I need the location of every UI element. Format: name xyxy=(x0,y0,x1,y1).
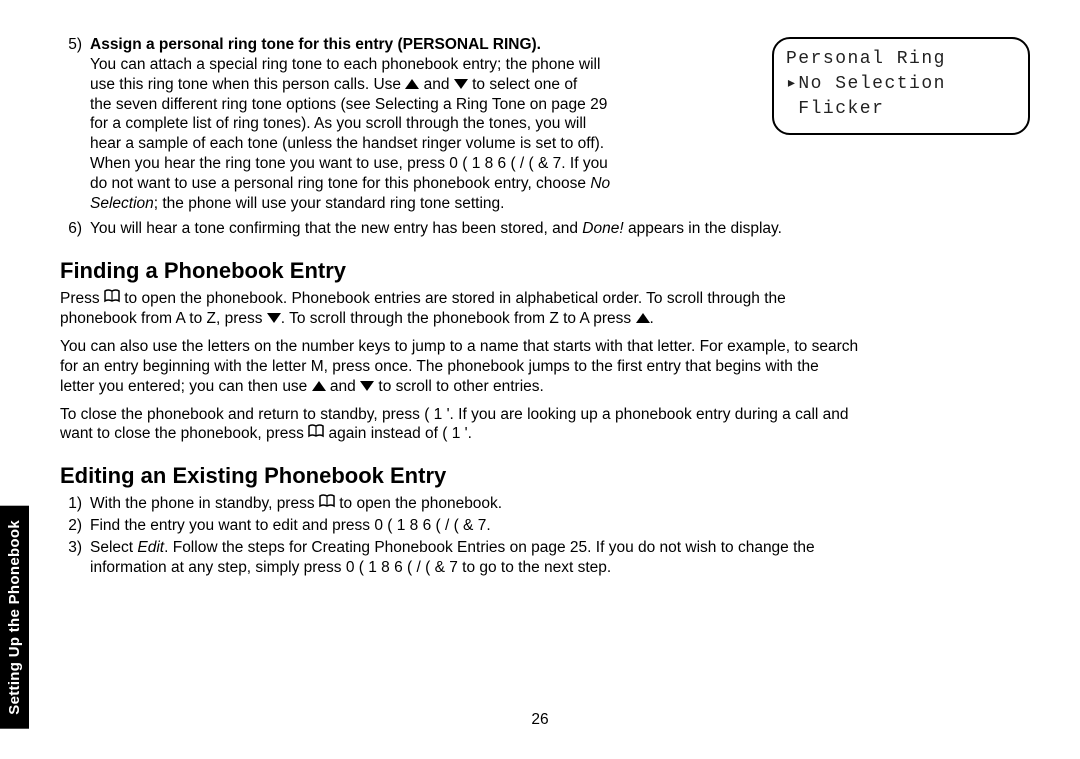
down-arrow-icon xyxy=(454,75,468,95)
step5-l7: do not want to use a personal ring tone … xyxy=(90,174,1030,194)
book-icon xyxy=(104,289,120,309)
edit-step-1: 1) With the phone in standby, press to o… xyxy=(60,494,1030,514)
step5-l5: hear a sample of each tone (unless the h… xyxy=(90,134,754,154)
step5-l6: When you hear the ring tone you want to … xyxy=(90,154,1030,174)
down-arrow-icon xyxy=(267,309,281,329)
step-5-body: Assign a personal ring tone for this ent… xyxy=(90,35,1030,213)
content-area: 5) Assign a personal ring tone for this … xyxy=(60,35,1030,578)
step5-l8: Selection; the phone will use your stand… xyxy=(90,194,1030,214)
step5-l1: You can attach a special ring tone to ea… xyxy=(90,55,754,75)
step-number: 5) xyxy=(60,35,82,55)
book-icon xyxy=(308,424,324,444)
lcd-line-3: Flicker xyxy=(786,97,1016,122)
editing-heading: Editing an Existing Phonebook Entry xyxy=(60,462,1030,490)
step5-l4: for a complete list of ring tones). As y… xyxy=(90,114,754,134)
lcd-line-2: ▸No Selection xyxy=(786,72,1016,97)
book-icon xyxy=(319,494,335,514)
edit-step-1-text: With the phone in standby, press to open… xyxy=(90,494,1030,514)
step-number: 3) xyxy=(60,538,82,578)
step-6-text: You will hear a tone confirming that the… xyxy=(90,219,782,239)
step-number: 2) xyxy=(60,516,82,536)
edit-step-3: 3) Select Edit. Follow the steps for Cre… xyxy=(60,538,1030,578)
up-arrow-icon xyxy=(405,75,419,95)
up-arrow-icon xyxy=(312,377,326,397)
step-5: 5) Assign a personal ring tone for this … xyxy=(60,35,1030,213)
edit-step-2: 2) Find the entry you want to edit and p… xyxy=(60,516,1030,536)
lcd-screen: Personal Ring ▸No Selection Flicker xyxy=(772,37,1030,135)
up-arrow-icon xyxy=(636,309,650,329)
step-number: 1) xyxy=(60,494,82,514)
finding-p1: Press to open the phonebook. Phonebook e… xyxy=(60,289,1030,329)
page-number: 26 xyxy=(531,711,548,729)
finding-p2: You can also use the letters on the numb… xyxy=(60,337,1030,397)
step-5-title: Assign a personal ring tone for this ent… xyxy=(90,35,754,55)
page-container: 5) Assign a personal ring tone for this … xyxy=(0,0,1080,759)
lcd-line-1: Personal Ring xyxy=(786,47,1016,72)
step-number: 6) xyxy=(60,219,82,239)
finding-heading: Finding a Phonebook Entry xyxy=(60,257,1030,285)
section-tab: Setting Up the Phonebook xyxy=(0,506,29,729)
edit-step-3-text: Select Edit. Follow the steps for Creati… xyxy=(90,538,1030,578)
finding-p3: To close the phonebook and return to sta… xyxy=(60,405,1030,445)
step5-l3: the seven different ring tone options (s… xyxy=(90,95,754,115)
down-arrow-icon xyxy=(360,377,374,397)
step5-l2: use this ring tone when this person call… xyxy=(90,75,754,95)
step-6: 6) You will hear a tone confirming that … xyxy=(60,219,1030,239)
edit-step-2-text: Find the entry you want to edit and pres… xyxy=(90,516,1030,536)
